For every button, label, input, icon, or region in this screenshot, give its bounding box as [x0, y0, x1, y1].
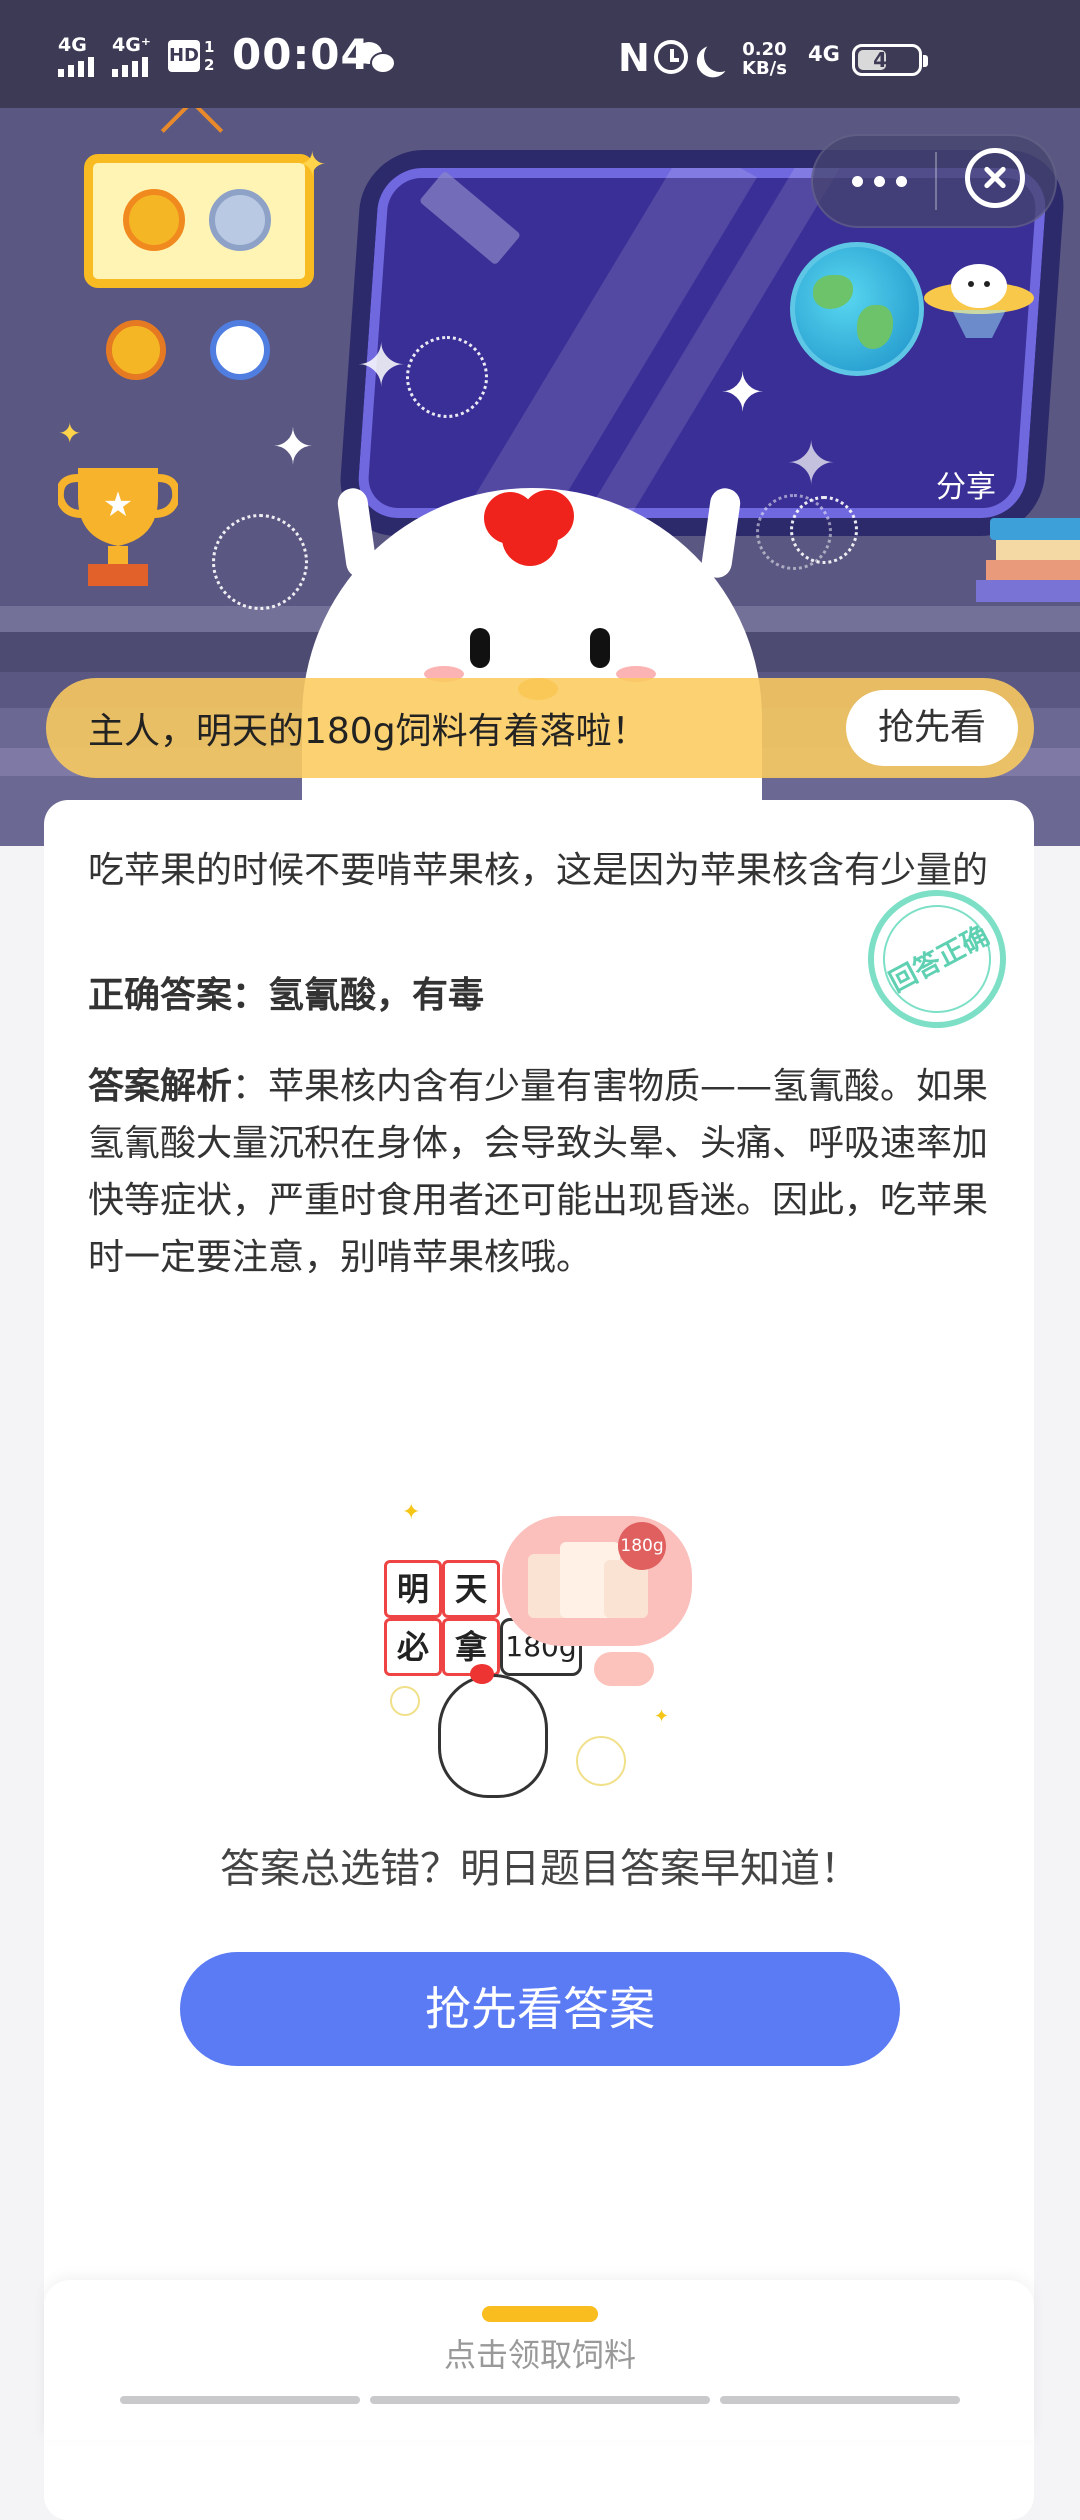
more-icon [896, 176, 907, 187]
network-speed: 0.20 KB/s [742, 40, 787, 78]
tips-text: 主人，明天的180g饲料有着落啦！ [88, 711, 648, 752]
net-speed-unit: KB/s [742, 58, 787, 79]
network-type-label: 4G [58, 34, 87, 56]
signal-icon [58, 57, 94, 77]
status-bar: 4G 4G⁺ HD 1 2 00:04 N 0.20 KB/s 4G 44 [0, 0, 1080, 108]
feed-badge: 180g [618, 1522, 666, 1570]
sparkle-icon: ✦ [272, 418, 314, 476]
alarm-icon [654, 40, 688, 74]
sparkle-icon: ✦ [786, 429, 837, 499]
promo-text: 答案总选错？明日题目答案早知道！ [220, 1846, 860, 1892]
clock: 00:04 [232, 30, 371, 79]
ufo-icon [924, 264, 1034, 338]
book-icon [996, 540, 1080, 560]
more-icon [874, 176, 885, 187]
progress-segment [370, 2396, 710, 2404]
sparkle-icon: ✦ [356, 331, 407, 401]
sparkle-icon: ✦ [298, 145, 327, 185]
trophy-icon: ★ [58, 468, 178, 586]
signal-icon [112, 57, 151, 77]
medal-frame [84, 154, 314, 288]
book-icon [990, 518, 1080, 540]
sparkle-icon: ✦ [654, 1706, 670, 1727]
promo-tile: 天 [442, 1560, 500, 1618]
panel-handle[interactable] [482, 2306, 598, 2322]
sparkle-icon: ✦ [58, 417, 82, 450]
dotted-circle [756, 494, 832, 570]
promo-tile: 明 [384, 1560, 442, 1618]
promo-illustration: 明 天 必 拿 180g 180g ✦ ✦ [384, 1500, 692, 1812]
question-text: 吃苹果的时候不要啃苹果核，这是因为苹果核含有少量的 [88, 850, 989, 891]
sparkle-icon: ✦ [402, 1500, 421, 1525]
dotted-circle [406, 336, 488, 418]
decor-circle [576, 1736, 626, 1786]
progress-segment [120, 2396, 360, 2404]
dotted-circle [212, 514, 308, 610]
more-options-button[interactable] [830, 148, 930, 212]
correct-answer: 正确答案：氢氰酸，有毒 [88, 975, 485, 1016]
hd-sub-1: 1 [204, 38, 215, 56]
silver-medal-icon [209, 189, 271, 251]
hd-icon: HD 1 2 [168, 38, 216, 74]
battery-icon: 44 [852, 44, 928, 76]
preview-answer-button[interactable]: 抢先看答案 [180, 1952, 900, 2066]
globe-icon [790, 242, 924, 376]
hd-label: HD [168, 40, 200, 72]
signal-strength-2: 4G⁺ [112, 36, 151, 77]
svg-text:★: ★ [103, 485, 133, 525]
blue-medal-icon [210, 320, 270, 380]
analysis-label: 答案解析 [88, 1066, 233, 1107]
wechat-icon [356, 40, 396, 74]
answer-analysis: 答案解析：苹果核内含有少量有害物质——氢氰酸。如果氢氰酸大量沉积在身体，会导致头… [88, 1058, 998, 1286]
chick-comb-icon [484, 490, 574, 566]
sparkle-icon: ✦ [720, 361, 766, 424]
more-icon [852, 176, 863, 187]
gold-medal-icon [123, 189, 185, 251]
promo-chick [438, 1674, 548, 1798]
battery-level: 44 [873, 48, 901, 72]
collect-feed-label[interactable]: 点击领取饲料 [0, 2330, 1080, 2376]
preview-button[interactable]: 抢先看 [846, 690, 1018, 766]
share-button-label[interactable]: 分享 [936, 462, 996, 506]
hd-sub-2: 2 [204, 56, 215, 74]
book-icon [986, 560, 1080, 580]
bronze-medal-icon [106, 320, 166, 380]
close-icon[interactable] [965, 148, 1025, 208]
small-cloud [594, 1652, 654, 1686]
promo-chick-comb [470, 1664, 494, 1684]
chick-eye [470, 628, 490, 668]
progress-segment [720, 2396, 960, 2404]
promo-tile: 必 [384, 1618, 442, 1676]
menu-divider [935, 152, 937, 210]
signal-strength-1: 4G [58, 36, 94, 77]
network-type-label: 4G⁺ [112, 34, 151, 56]
chick-eye [590, 628, 610, 668]
network-type-3: 4G [808, 42, 840, 66]
book-icon [976, 580, 1080, 602]
nfc-icon: N [618, 36, 650, 80]
net-speed-value: 0.20 [742, 39, 787, 60]
moon-icon [701, 37, 738, 74]
decor-circle [390, 1686, 420, 1716]
